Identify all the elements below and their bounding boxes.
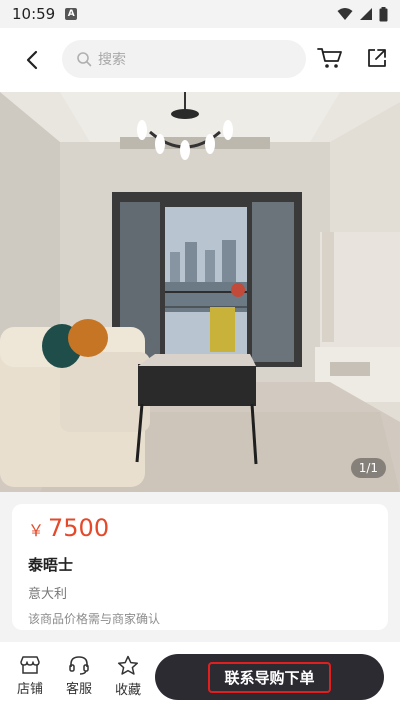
bottom-action-bar: 店铺 客服 收藏 联系导购下单 xyxy=(0,642,400,710)
store-label: 店铺 xyxy=(16,682,43,697)
status-icons xyxy=(337,6,388,22)
favorite-label: 收藏 xyxy=(114,682,141,698)
headset-icon xyxy=(69,656,89,675)
wifi-icon xyxy=(337,8,353,20)
status-bar: 10:59 A xyxy=(0,0,400,28)
price-currency: ￥ xyxy=(28,521,45,540)
store-icon xyxy=(20,656,40,674)
store-button[interactable]: 店铺 xyxy=(5,648,55,704)
customer-service-button[interactable]: 客服 xyxy=(54,648,104,704)
product-info-card: ￥ 7500 泰晤士 意大利 该商品价格需与商家确认 xyxy=(12,504,388,630)
gallery-page-indicator: 1/1 xyxy=(350,458,386,478)
price: ￥ 7500 xyxy=(28,514,372,542)
notification-a-icon: A xyxy=(65,8,78,20)
star-icon xyxy=(117,655,139,675)
signal-icon xyxy=(360,8,372,20)
cart-icon xyxy=(317,48,342,68)
price-note: 该商品价格需与商家确认 xyxy=(28,612,161,626)
search-icon xyxy=(77,52,92,67)
product-origin: 意大利 xyxy=(28,587,68,602)
search-placeholder: 搜索 xyxy=(98,52,126,68)
back-arrow-icon xyxy=(26,50,38,70)
back-button[interactable] xyxy=(8,36,56,84)
product-image-gallery[interactable]: 1/1 xyxy=(0,92,400,492)
favorite-button[interactable]: 收藏 xyxy=(103,648,153,704)
product-name: 泰晤士 xyxy=(28,556,74,574)
cart-button[interactable] xyxy=(314,42,346,74)
search-input[interactable]: 搜索 xyxy=(62,40,306,78)
top-nav: 搜索 xyxy=(0,28,400,92)
share-icon xyxy=(368,49,386,67)
share-button[interactable] xyxy=(362,42,392,74)
battery-icon xyxy=(379,6,388,21)
price-value: 7500 xyxy=(48,514,110,542)
status-time: 10:59 xyxy=(12,5,56,23)
product-photo xyxy=(0,92,400,492)
contact-guide-order-button[interactable]: 联系导购下单 xyxy=(155,654,384,700)
customer-service-label: 客服 xyxy=(65,682,92,697)
contact-guide-order-label: 联系导购下单 xyxy=(208,661,331,693)
